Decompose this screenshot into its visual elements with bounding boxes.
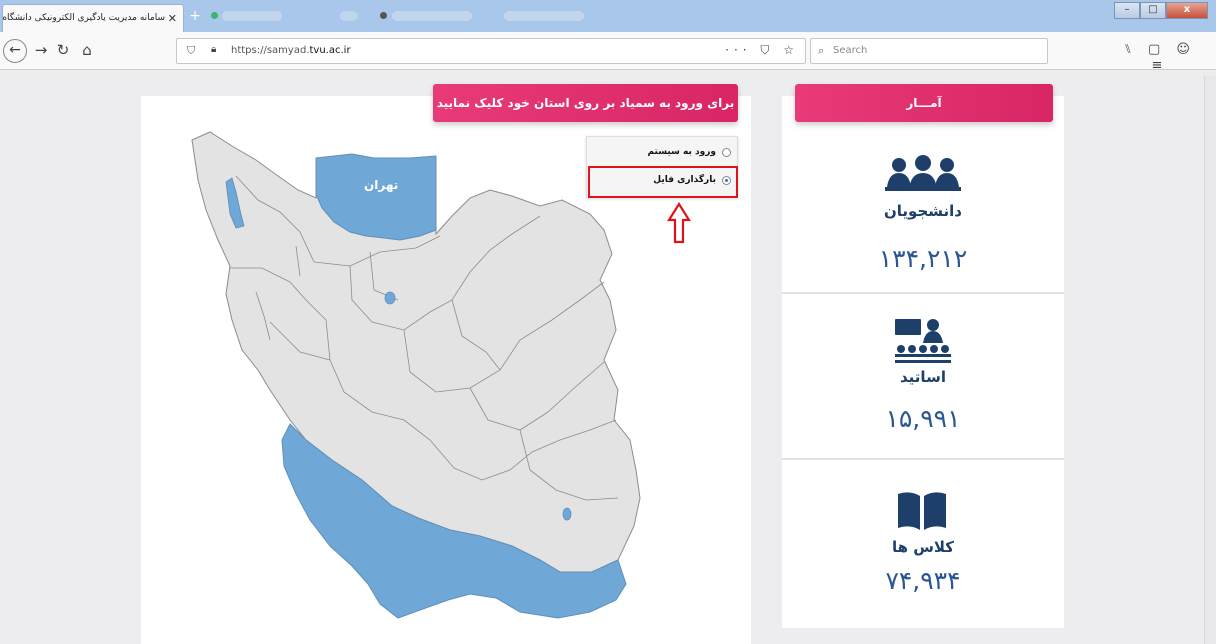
tab-title: سامانه مدیریت یادگیری الکترونیکی دانشگاه xyxy=(2,13,165,23)
lock-icon[interactable]: 🔒︎ xyxy=(211,44,216,55)
tab-favicon xyxy=(211,12,218,19)
stat-value-students: ۱۳۴,۲۱۲ xyxy=(878,244,968,273)
stat-label-students: دانشجویان xyxy=(883,202,963,220)
province-small-2[interactable] xyxy=(562,507,572,521)
map-instruction-banner: برای ورود به سمیاد بر روی استان خود کلیک… xyxy=(433,84,738,122)
tab-close-icon[interactable]: ✕ xyxy=(168,12,177,25)
tab-blurred[interactable] xyxy=(222,11,282,21)
maximize-button[interactable]: □ xyxy=(1140,2,1166,19)
tab-bar: سامانه مدیریت یادگیری الکترونیکی دانشگاه… xyxy=(0,0,1216,32)
search-icon: ⌕ xyxy=(818,44,825,57)
teachers-icon xyxy=(895,319,951,363)
annotation-highlight-box xyxy=(588,166,738,198)
url-text: https://samyad.tvu.ac.ir xyxy=(231,45,351,56)
book-icon xyxy=(898,492,946,530)
toolbar-icons[interactable]: ⑊ ▢ ☺ ≡ xyxy=(1120,42,1200,74)
stat-value-teachers: ۱۵,۹۹۱ xyxy=(885,404,961,433)
tab-blurred[interactable] xyxy=(392,11,472,21)
search-input[interactable]: ⌕ Search xyxy=(810,38,1048,64)
tab-blurred[interactable] xyxy=(340,11,358,21)
new-tab-button[interactable]: + xyxy=(188,9,202,23)
province-small-1[interactable] xyxy=(384,291,396,305)
option-login-label: ورود به سیستم xyxy=(647,147,716,157)
tab-blurred[interactable] xyxy=(504,11,584,21)
stat-value-classes: ۷۴,۹۳۴ xyxy=(885,566,961,595)
radio-login[interactable] xyxy=(722,147,731,157)
page-actions-icon[interactable]: ··· ⛉ ☆ xyxy=(725,43,799,58)
option-login[interactable]: ورود به سیستم xyxy=(647,147,731,157)
tracking-shield-icon[interactable]: ⛉ xyxy=(187,44,195,58)
annotation-arrow-icon xyxy=(667,202,691,244)
stat-label-classes: کلاس ها xyxy=(891,538,955,556)
window-controls: – □ x xyxy=(1114,2,1208,19)
url-bar[interactable]: ⛉ 🔒︎ https://samyad.tvu.ac.ir ··· ⛉ ☆ xyxy=(176,38,806,64)
close-window-button[interactable]: x xyxy=(1166,2,1208,19)
reload-icon[interactable]: ↻ xyxy=(54,42,72,58)
minimize-button[interactable]: – xyxy=(1114,2,1140,19)
forward-icon[interactable]: → xyxy=(32,42,50,58)
tab-active[interactable]: سامانه مدیریت یادگیری الکترونیکی دانشگاه… xyxy=(2,4,184,32)
page-scrollbar[interactable] xyxy=(1204,76,1216,644)
stat-divider xyxy=(782,458,1064,460)
back-icon[interactable]: ← xyxy=(3,39,27,63)
stat-divider xyxy=(782,292,1064,294)
tab-favicon xyxy=(380,12,387,19)
search-placeholder: Search xyxy=(833,45,868,56)
province-label-tehran: تهران xyxy=(364,178,399,192)
nav-bar: ← → ↻ ⌂ ⛉ 🔒︎ https://samyad.tvu.ac.ir ··… xyxy=(0,32,1216,73)
stats-banner: آمـــار xyxy=(795,84,1053,122)
stat-label-teachers: اساتید xyxy=(900,368,946,386)
home-icon[interactable]: ⌂ xyxy=(78,42,96,58)
students-icon xyxy=(885,155,961,191)
